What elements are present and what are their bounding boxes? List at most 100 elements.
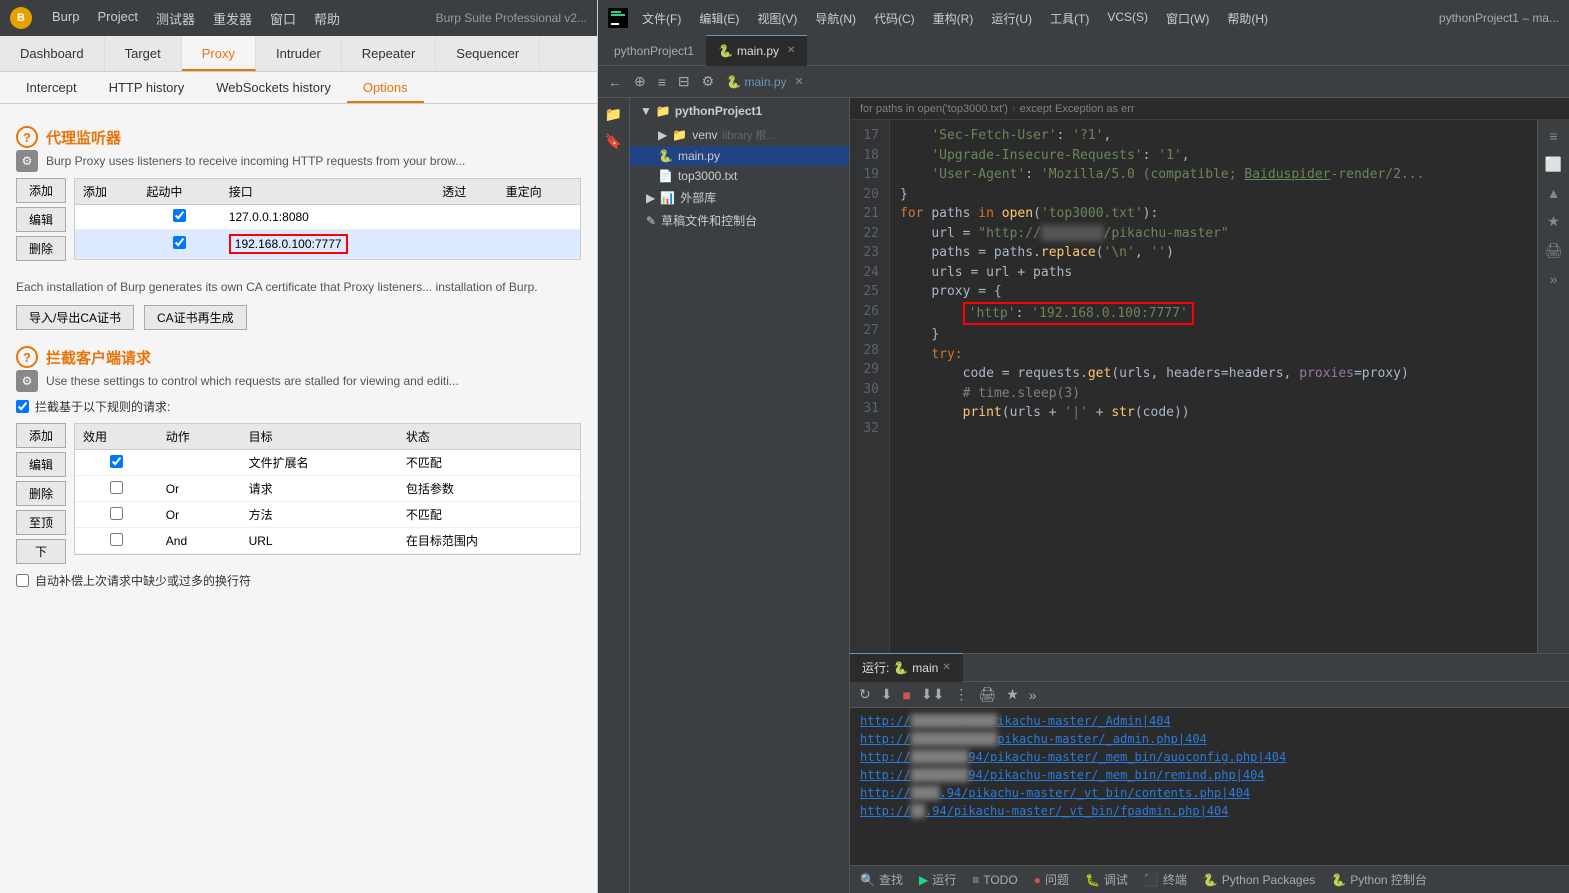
stop-icon[interactable]: ■ — [899, 686, 913, 704]
url-link-6[interactable]: http://██.94/pikachu-master/_vt_bin/fpad… — [860, 804, 1228, 818]
menu-run[interactable]: 运行(U) — [983, 10, 1040, 27]
menu-resender[interactable]: 重发器 — [205, 9, 260, 28]
delete-listener-button[interactable]: 删除 — [16, 236, 66, 261]
tree-external-libs[interactable]: ▶ 📊 外部库 — [630, 186, 849, 209]
toolbar-settings-icon[interactable]: ⚙ — [698, 71, 719, 92]
menu-file[interactable]: 文件(F) — [634, 10, 689, 27]
right-icon1[interactable]: ≡ — [1545, 124, 1561, 148]
menu-refactor[interactable]: 重构(R) — [925, 10, 982, 27]
url-link-1[interactable]: http://████████████ikachu-master/_Admin|… — [860, 714, 1171, 728]
url-link-2[interactable]: http://████████████pikachu-master/_admin… — [860, 732, 1207, 746]
tab-run[interactable]: 运行: 🐍 main ✕ — [850, 653, 963, 682]
row2-checkbox[interactable] — [173, 236, 186, 249]
subtab-options[interactable]: Options — [347, 72, 424, 103]
bookmark-icon[interactable]: 🔖 — [601, 129, 626, 154]
menu-burp[interactable]: Burp — [44, 9, 87, 28]
intercept-rules-checkbox[interactable] — [16, 400, 29, 413]
tree-top3000[interactable]: 📄 top3000.txt — [630, 166, 849, 186]
toolbar-indent2-icon[interactable]: ⊟ — [674, 71, 694, 92]
status-run[interactable]: ▶ 运行 — [919, 871, 956, 888]
tab-target[interactable]: Target — [105, 36, 182, 71]
right-icon5[interactable]: 🖨 — [1541, 238, 1567, 263]
project-tree-icon[interactable]: 📁 — [601, 102, 626, 127]
int-row4-active[interactable] — [75, 528, 158, 554]
int-row1-active[interactable] — [75, 450, 158, 476]
int-row4-checkbox[interactable] — [110, 533, 123, 546]
toolbar-indent-icon[interactable]: ≡ — [654, 72, 670, 92]
run-again-icon[interactable]: ↻ — [856, 685, 874, 704]
tree-main-py[interactable]: 🐍 main.py — [630, 146, 849, 166]
tree-venv[interactable]: ▶ 📁 venv library 根... — [630, 124, 849, 146]
menu-help[interactable]: 帮助 — [306, 9, 348, 28]
auto-fix-checkbox[interactable] — [16, 574, 29, 587]
menu-vcs[interactable]: VCS(S) — [1099, 10, 1156, 27]
pin-icon[interactable]: ★ — [1003, 685, 1022, 704]
delete-intercept-button[interactable]: 删除 — [16, 481, 66, 506]
tab-dashboard[interactable]: Dashboard — [0, 36, 105, 71]
int-row3-active[interactable] — [75, 502, 158, 528]
import-export-ca-button[interactable]: 导入/导出CA证书 — [16, 305, 134, 330]
subtab-websockets[interactable]: WebSockets history — [200, 72, 347, 103]
menu-edit[interactable]: 编辑(E) — [691, 10, 747, 27]
subtab-intercept[interactable]: Intercept — [10, 72, 93, 103]
toolbar-close-icon[interactable]: ✕ — [795, 75, 804, 88]
menu-view[interactable]: 视图(V) — [749, 10, 805, 27]
toolbar-back-icon[interactable]: ← — [604, 72, 626, 92]
menu-window[interactable]: 窗口(W) — [1158, 10, 1217, 27]
menu-window[interactable]: 窗口 — [262, 9, 304, 28]
tab-main-py[interactable]: 🐍 main.py ✕ — [706, 35, 807, 66]
row1-checkbox[interactable] — [173, 209, 186, 222]
tab-project[interactable]: pythonProject1 — [602, 36, 706, 66]
menu-navigate[interactable]: 导航(N) — [807, 10, 864, 27]
regenerate-ca-button[interactable]: CA证书再生成 — [144, 305, 247, 330]
tab-intruder[interactable]: Intruder — [256, 36, 342, 71]
status-bar: 🔍 查找 ▶ 运行 ≡ TODO ● 问题 — [850, 865, 1569, 893]
url-link-4[interactable]: http://████████94/pikachu-master/_mem_bi… — [860, 768, 1265, 782]
tab-sequencer[interactable]: Sequencer — [436, 36, 540, 71]
right-icon3[interactable]: ▲ — [1543, 181, 1565, 205]
int-row2-checkbox[interactable] — [110, 481, 123, 494]
status-find[interactable]: 🔍 查找 — [860, 871, 903, 888]
toolbar-recent-icon[interactable]: ⊕ — [630, 71, 650, 92]
menu-help[interactable]: 帮助(H) — [1219, 10, 1276, 27]
subtab-http-history[interactable]: HTTP history — [93, 72, 201, 103]
table-row: Or 方法 不匹配 — [75, 502, 580, 528]
code-content[interactable]: 'Sec-Fetch-User': '?1', 'Upgrade-Insecur… — [890, 120, 1537, 653]
url-link-3[interactable]: http://████████94/pikachu-master/_mem_bi… — [860, 750, 1286, 764]
status-python-console[interactable]: 🐍 Python 控制台 — [1331, 871, 1427, 888]
print-icon[interactable]: 🖨 — [975, 685, 999, 704]
top-intercept-button[interactable]: 至顶 — [16, 510, 66, 535]
right-icon4[interactable]: ★ — [1543, 209, 1564, 234]
edit-intercept-button[interactable]: 编辑 — [16, 452, 66, 477]
down-intercept-button[interactable]: 下 — [16, 539, 66, 564]
status-problems[interactable]: ● 问题 — [1034, 871, 1069, 888]
edit-listener-button[interactable]: 编辑 — [16, 207, 66, 232]
int-row2-active[interactable] — [75, 476, 158, 502]
tree-scratches[interactable]: ✎ 草稿文件和控制台 — [630, 209, 849, 232]
run-tab-close[interactable]: ✕ — [942, 654, 950, 682]
status-todo[interactable]: ≡ TODO — [972, 873, 1017, 887]
menu-project[interactable]: Project — [89, 9, 145, 28]
tab-repeater[interactable]: Repeater — [342, 36, 436, 71]
add-intercept-button[interactable]: 添加 — [16, 423, 66, 448]
menu-code[interactable]: 代码(C) — [866, 10, 923, 27]
tab-close-icon[interactable]: ✕ — [787, 36, 795, 66]
menu-tester[interactable]: 测试器 — [148, 9, 203, 28]
url-link-5[interactable]: http://████.94/pikachu-master/_vt_bin/co… — [860, 786, 1250, 800]
int-row1-checkbox[interactable] — [110, 455, 123, 468]
status-terminal[interactable]: ⬛ 终端 — [1144, 871, 1187, 888]
right-icon6[interactable]: » — [1546, 267, 1562, 291]
menu-tools[interactable]: 工具(T) — [1042, 10, 1097, 27]
scroll-to-end-icon[interactable]: ⬇⬇ — [918, 685, 947, 704]
more-icon[interactable]: » — [1026, 686, 1040, 704]
status-python-packages[interactable]: 🐍 Python Packages — [1203, 873, 1315, 887]
right-icon2[interactable]: ⬜ — [1541, 152, 1566, 177]
row2-active[interactable] — [138, 230, 220, 259]
add-listener-button[interactable]: 添加 — [16, 178, 66, 203]
filter-icon[interactable]: ⋮ — [951, 685, 971, 704]
tab-proxy[interactable]: Proxy — [182, 36, 256, 71]
status-debug[interactable]: 🐛 调试 — [1085, 871, 1128, 888]
scroll-down-icon[interactable]: ⬇ — [878, 685, 896, 704]
int-row3-checkbox[interactable] — [110, 507, 123, 520]
row1-active[interactable] — [138, 205, 220, 230]
